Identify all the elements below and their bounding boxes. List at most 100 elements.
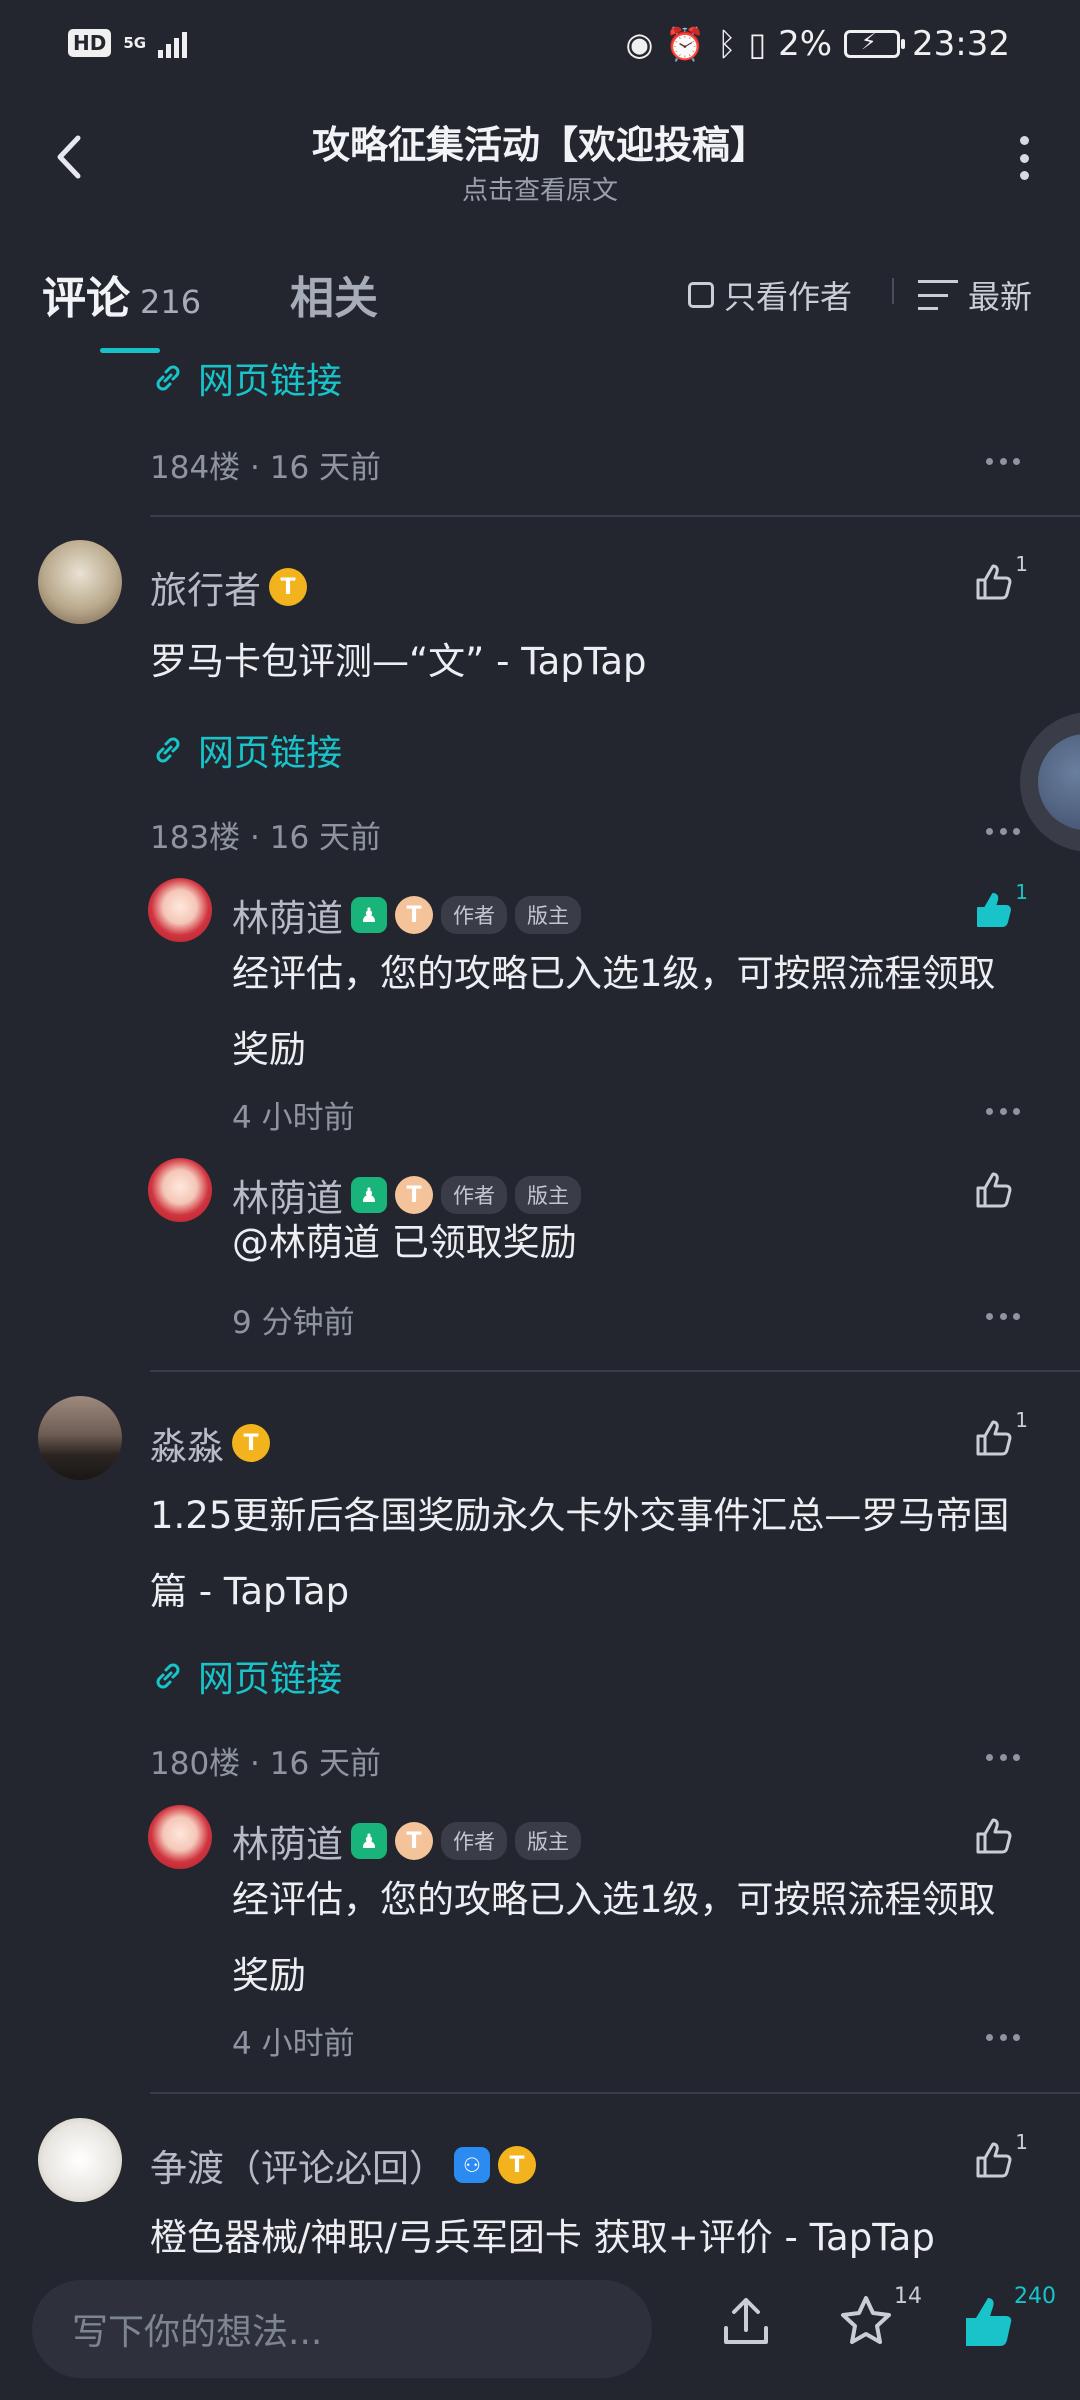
reply-more-button[interactable]	[986, 2034, 1020, 2041]
vibrate-icon: ▯	[748, 25, 767, 63]
author-tag: 作者	[441, 1822, 507, 1860]
like-button[interactable]	[972, 1168, 1028, 1216]
moderator-tag: 版主	[515, 1176, 581, 1214]
reply-author[interactable]: 林荫道 ♟ T 作者 版主	[232, 1168, 581, 1222]
tab-comments[interactable]: 评论 216	[42, 262, 201, 326]
view-original-link[interactable]: 点击查看原文	[150, 170, 930, 207]
tab-related[interactable]: 相关	[290, 262, 378, 326]
divider	[892, 278, 894, 304]
battery-icon: ⚡	[844, 30, 906, 58]
tab-comments-count: 216	[140, 283, 202, 321]
reply-author[interactable]: 林荫道 ♟ T 作者 版主	[232, 888, 581, 942]
like-count: 1	[1015, 880, 1028, 904]
like-button[interactable]: 1	[972, 1408, 1028, 1464]
web-link[interactable]: 网页链接	[150, 1650, 342, 1702]
status-bar: HD 5G ◉ ⏰ ᛒ ▯ 2% ⚡ 23:32	[0, 0, 1080, 92]
post-separator	[150, 2092, 1080, 2094]
top-bar: 攻略征集活动【欢迎投稿】 点击查看原文	[0, 92, 1080, 230]
like-button[interactable]: 1	[972, 880, 1028, 936]
username: 旅行者	[150, 569, 261, 612]
moderator-tag: 版主	[515, 1822, 581, 1860]
like-button[interactable]	[972, 1814, 1028, 1862]
t-badge-icon: T	[232, 1424, 270, 1462]
comment-text[interactable]: 1.25更新后各国奖励永久卡外交事件汇总—罗马帝国篇 - TapTap	[150, 1478, 1010, 1630]
username: 林荫道	[232, 1177, 343, 1220]
moderator-icon: ♟	[351, 1177, 387, 1213]
avatar[interactable]	[38, 540, 122, 624]
share-button[interactable]	[716, 2292, 776, 2352]
post-more-button[interactable]	[986, 458, 1020, 465]
sort-icon	[918, 280, 958, 310]
comment-input[interactable]: 写下你的想法...	[32, 2280, 652, 2378]
reply-author[interactable]: 林荫道 ♟ T 作者 版主	[232, 1814, 581, 1868]
comment-author[interactable]: 旅行者 T	[150, 560, 307, 614]
alarm-icon: ⏰	[665, 25, 706, 63]
page-title[interactable]: 攻略征集活动【欢迎投稿】	[150, 114, 930, 169]
like-post-button[interactable]	[960, 2292, 1020, 2352]
chevron-left-icon	[57, 135, 81, 179]
reply-time: 4 小时前	[232, 2026, 355, 2062]
floor-meta: 180楼 · 16 天前	[150, 1746, 382, 1782]
sort-label: 最新	[968, 278, 1033, 316]
link-icon	[156, 737, 180, 763]
post-separator	[150, 1370, 1080, 1372]
avatar[interactable]	[38, 2118, 122, 2202]
avatar[interactable]	[148, 1805, 212, 1869]
post-more-button[interactable]	[986, 1754, 1020, 1761]
username: 争渡（评论必回）	[150, 2147, 446, 2190]
reply-text[interactable]: @林荫道 已领取奖励	[232, 1218, 1010, 1268]
moderator-icon: ♟	[351, 1823, 387, 1859]
tab-bar: 评论 216 相关 只看作者 最新	[0, 230, 1080, 353]
favorite-button[interactable]	[836, 2292, 896, 2352]
signal-icon	[158, 28, 188, 58]
comment-author[interactable]: 淼淼 T	[150, 1416, 270, 1470]
avatar[interactable]	[38, 1396, 122, 1480]
more-options-button[interactable]	[1018, 136, 1030, 180]
username: 淼淼	[150, 1425, 224, 1468]
reply-more-button[interactable]	[986, 1108, 1020, 1115]
like-button[interactable]: 1	[972, 2130, 1028, 2186]
moderator-icon: ♟	[351, 897, 387, 933]
reply-text[interactable]: 经评估，您的攻略已入选1级，可按照流程领取奖励	[232, 936, 1010, 1088]
eye-icon: ◉	[625, 25, 654, 63]
comment-author[interactable]: 争渡（评论必回） ⚇ T	[150, 2138, 536, 2192]
like-count: 1	[1015, 2130, 1028, 2154]
t-badge-icon: T	[269, 568, 307, 606]
t-badge-icon: T	[395, 896, 433, 934]
reply-text[interactable]: 经评估，您的攻略已入选1级，可按照流程领取奖励	[232, 1862, 1010, 2014]
username: 林荫道	[232, 1823, 343, 1866]
back-button[interactable]	[44, 122, 94, 192]
author-tag: 作者	[441, 896, 507, 934]
thumbs-up-icon	[976, 2142, 1012, 2178]
thumbs-up-icon	[976, 1172, 1012, 1208]
sort-button[interactable]: 最新	[918, 272, 1032, 318]
avatar[interactable]	[148, 1158, 212, 1222]
avatar[interactable]	[148, 878, 212, 942]
moderator-tag: 版主	[515, 896, 581, 934]
hd-badge: HD	[68, 29, 112, 57]
floor-meta: 183楼 · 16 天前	[150, 820, 382, 856]
web-link[interactable]: 网页链接	[150, 724, 342, 776]
reply-time: 4 小时前	[232, 1100, 355, 1136]
comment-text[interactable]: 罗马卡包评测—“文” - TapTap	[150, 624, 1010, 700]
share-icon	[724, 2298, 768, 2344]
reply-more-button[interactable]	[986, 1313, 1020, 1320]
t-badge-icon: T	[395, 1176, 433, 1214]
tab-comments-label: 评论	[42, 273, 130, 324]
link-icon	[156, 365, 180, 391]
link-icon	[156, 1663, 180, 1689]
only-author-toggle[interactable]: 只看作者	[688, 272, 852, 318]
bluetooth-icon: ᛒ	[717, 25, 737, 63]
status-right: ◉ ⏰ ᛒ ▯ 2% ⚡ 23:32	[625, 24, 1010, 64]
username: 林荫道	[232, 897, 343, 940]
author-tag: 作者	[441, 1176, 507, 1214]
like-button[interactable]: 1	[972, 552, 1028, 608]
post-more-button[interactable]	[986, 828, 1020, 835]
bottom-bar: 写下你的想法... 14 240	[0, 2260, 1080, 2400]
post-separator	[150, 515, 1080, 517]
like-count: 1	[1015, 1408, 1028, 1432]
web-link[interactable]: 网页链接	[150, 352, 342, 404]
web-link-label: 网页链接	[198, 1659, 343, 1700]
reply-time: 9 分钟前	[232, 1305, 355, 1341]
thumbs-up-icon	[976, 1818, 1012, 1854]
